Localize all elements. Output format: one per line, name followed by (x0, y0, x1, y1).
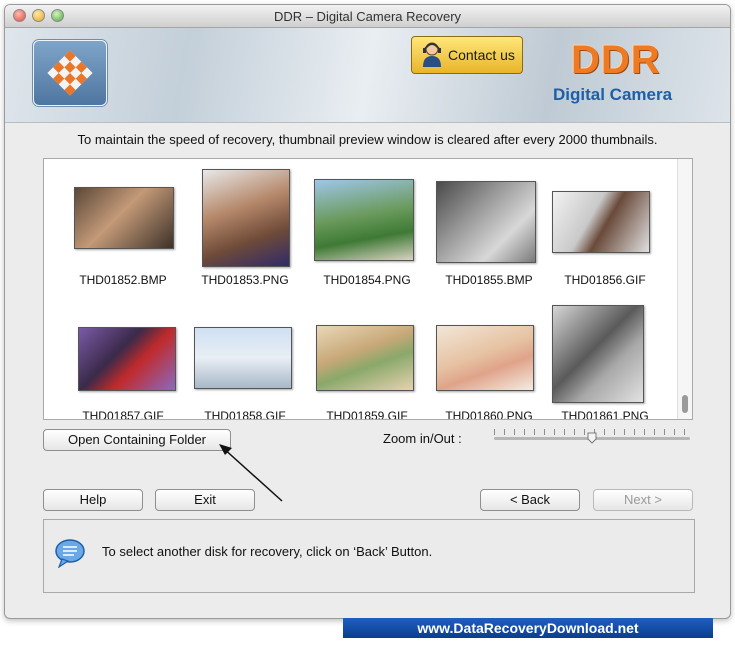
thumbnail-image[interactable] (316, 325, 414, 391)
zoom-label: Zoom in/Out : (383, 431, 462, 446)
footer-banner: www.DataRecoveryDownload.net (343, 618, 713, 638)
brand-subtitle: Digital Camera (553, 85, 673, 104)
thumbnail-filename: THD01852.BMP (79, 273, 167, 287)
thumbnail-item[interactable]: THD01860.PNG (428, 297, 550, 420)
brand-title: DDR (571, 38, 661, 82)
thumbnail-preview-panel: THD01852.BMP THD01853.PNG THD01854.PNG T… (43, 158, 693, 420)
status-message: To select another disk for recovery, cli… (102, 544, 433, 559)
thumbnail-image[interactable] (74, 187, 174, 249)
thumbnail-item[interactable]: THD01859.GIF (306, 297, 428, 420)
thumbnail-item[interactable]: THD01861.PNG (550, 297, 672, 419)
thumbnail-item[interactable]: THD01854.PNG (306, 167, 428, 297)
thumbnail-filename: THD01860.PNG (445, 409, 533, 420)
thumbnail-filename: THD01857.GIF (82, 409, 164, 420)
help-button[interactable]: Help (43, 489, 143, 511)
thumbnail-image[interactable] (314, 179, 414, 261)
exit-button[interactable]: Exit (155, 489, 255, 511)
thumbnail-item[interactable]: THD01857.GIF (62, 297, 184, 420)
thumbnail-item[interactable]: THD01852.BMP (62, 167, 184, 297)
thumbnail-image[interactable] (436, 181, 536, 263)
zoom-slider-knob[interactable] (587, 431, 597, 444)
notice-text: To maintain the speed of recovery, thumb… (77, 132, 658, 147)
title-bar: DDR – Digital Camera Recovery (5, 5, 730, 28)
back-button[interactable]: < Back (480, 489, 580, 511)
thumbnail-filename: THD01855.BMP (445, 273, 533, 287)
thumbnail-item[interactable]: THD01858.GIF (184, 297, 306, 420)
thumbnail-filename: THD01858.GIF (204, 409, 286, 420)
thumbnail-image[interactable] (552, 305, 644, 403)
footer-url[interactable]: www.DataRecoveryDownload.net (343, 620, 713, 636)
app-logo (33, 40, 107, 106)
thumbnail-item[interactable]: THD01856.GIF (550, 167, 672, 297)
thumbnail-filename: THD01859.GIF (326, 409, 408, 420)
app-window: DDR – Digital Camera Recovery Contact us… (4, 4, 731, 619)
thumbnail-image[interactable] (552, 191, 650, 253)
thumbnail-filename: THD01853.PNG (201, 273, 289, 287)
thumbnail-filename: THD01861.PNG (561, 409, 649, 420)
speech-bubble-icon (54, 538, 86, 573)
thumbnail-filename: THD01854.PNG (323, 273, 411, 287)
thumbnail-image[interactable] (202, 169, 290, 267)
support-person-icon (420, 41, 444, 70)
thumbnail-item[interactable]: THD01853.PNG (184, 167, 306, 297)
thumbnail-image[interactable] (78, 327, 176, 391)
thumbnail-image[interactable] (194, 327, 292, 389)
scrollbar-thumb[interactable] (682, 395, 688, 413)
contact-us-label: Contact us (448, 47, 515, 63)
next-button[interactable]: Next > (593, 489, 693, 511)
window-title: DDR – Digital Camera Recovery (273, 9, 462, 24)
thumbnail-scrollbar[interactable] (677, 159, 692, 419)
open-containing-folder-button[interactable]: Open Containing Folder (43, 429, 231, 451)
thumbnail-item[interactable]: THD01855.BMP (428, 167, 550, 297)
message-panel: To select another disk for recovery, cli… (43, 519, 695, 593)
checkerboard-icon (47, 50, 93, 96)
contact-us-button[interactable]: Contact us (411, 36, 523, 74)
thumbnail-image[interactable] (436, 325, 534, 391)
thumbnail-filename: THD01856.GIF (564, 273, 646, 287)
header-banner: Contact us DDR Digital Camera (5, 28, 730, 123)
